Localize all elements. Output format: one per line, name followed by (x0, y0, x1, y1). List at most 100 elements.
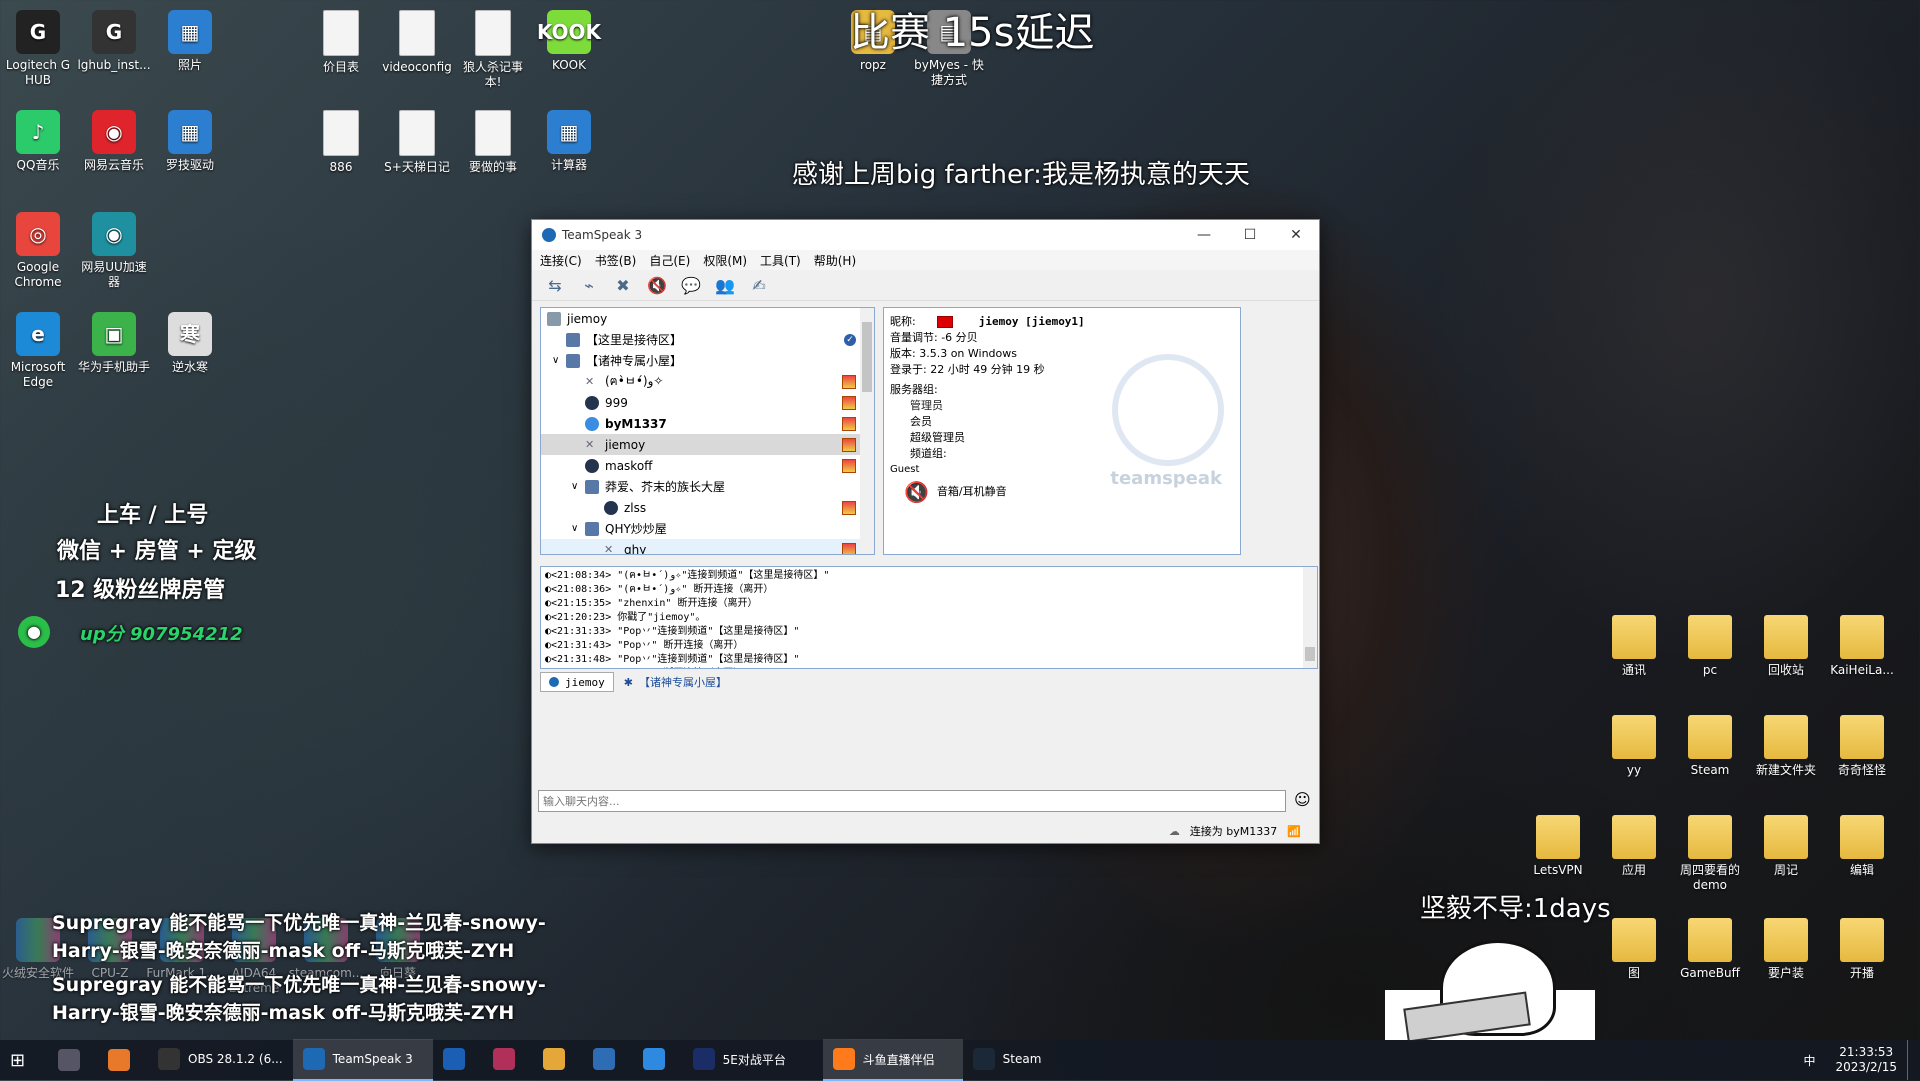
desktop-icon[interactable]: ◉ 网易云音乐 (76, 110, 152, 173)
chat-log[interactable]: ◐<21:08:34> "(ฅ•̀ㅂ•́)و✧"连接到频道"【这里是接待区】" ◐… (540, 566, 1318, 669)
desktop-icon[interactable]: ▣ 华为手机助手 (76, 312, 152, 375)
tree-channel[interactable]: ∨ 莽爱、芥末的族长大屋 (541, 476, 874, 497)
desktop-icon[interactable]: 新建文件夹 (1748, 715, 1824, 778)
emoji-button[interactable]: ☺ (1294, 790, 1311, 809)
desktop-icon[interactable]: S+天梯日记 (379, 110, 455, 175)
desktop-icon[interactable]: KaiHeiLa... (1824, 615, 1900, 678)
chat-input[interactable] (538, 790, 1286, 812)
desktop-icon[interactable]: LetsVPN (1520, 815, 1596, 878)
desktop-icon[interactable]: ▦ 照片 (152, 10, 228, 73)
tree-client[interactable]: byM1337 (541, 413, 874, 434)
menu-permissions[interactable]: 权限(M) (703, 252, 747, 269)
expand-chevron-icon[interactable]: ∨ (571, 481, 578, 492)
taskbar-pinned-app[interactable] (433, 1039, 483, 1079)
close-button[interactable]: ✕ (1273, 220, 1319, 250)
desktop-icon[interactable]: 奇奇怪怪 (1824, 715, 1900, 778)
desktop-icon[interactable]: 886 (303, 110, 379, 175)
title-bar[interactable]: TeamSpeak 3 — ☐ ✕ (532, 220, 1319, 250)
desktop-icon[interactable]: ▦ 计算器 (531, 110, 607, 173)
menu-help[interactable]: 帮助(H) (814, 252, 856, 269)
taskbar-app[interactable]: TeamSpeak 3 (292, 1039, 433, 1081)
desktop-icon[interactable]: e Microsoft Edge (0, 312, 76, 390)
mute-speaker-icon[interactable]: 🔇 (646, 274, 668, 296)
desktop-icon[interactable]: pc (1672, 615, 1748, 678)
desktop-icon[interactable]: ◉ 网易UU加速器 (76, 212, 152, 290)
maximize-button[interactable]: ☐ (1227, 220, 1273, 250)
menu-self[interactable]: 自己(E) (649, 252, 690, 269)
menu-bookmarks[interactable]: 书签(B) (595, 252, 637, 269)
taskbar-pinned-app[interactable] (483, 1039, 533, 1079)
desktop-icon[interactable]: 开播 (1824, 918, 1900, 981)
desktop-icon[interactable]: 图 (1596, 918, 1672, 981)
taskbar-pinned-1[interactable] (48, 1040, 98, 1080)
taskbar-app[interactable]: Steam (963, 1039, 1103, 1079)
menu-tools[interactable]: 工具(T) (760, 252, 801, 269)
desktop-icon[interactable]: KOOK KOOK (531, 10, 607, 73)
tree-client[interactable]: ✕ jiemoy (541, 434, 874, 455)
away-icon[interactable]: ✍ (748, 274, 770, 296)
contacts-icon[interactable]: 👥 (714, 274, 736, 296)
desktop-icon[interactable]: 周记 (1748, 815, 1824, 878)
disconnect-icon[interactable]: ⌁ (578, 274, 600, 296)
tree-channel[interactable]: 【这里是接待区】 ✓ (541, 329, 874, 350)
desktop-icon[interactable]: 周四要看的demo (1672, 815, 1748, 893)
taskbar-pinned-app[interactable] (583, 1039, 633, 1079)
desktop-icon[interactable]: Glghub_inst... (76, 10, 152, 73)
tree-client[interactable]: ✕ qhy (541, 539, 874, 555)
tree-client[interactable]: 999 (541, 392, 874, 413)
minimize-button[interactable]: — (1181, 220, 1227, 250)
desktop-icon[interactable]: 应用 (1596, 815, 1672, 878)
volume-line: 音量调节: -6 分贝 (890, 331, 978, 344)
taskbar-app[interactable]: 5E对战平台 (683, 1039, 823, 1079)
desktop-icon[interactable]: ▦ 罗技驱动 (152, 110, 228, 173)
desktop-icon[interactable]: 编辑 (1824, 815, 1900, 878)
cat-mascot-sticker (1385, 940, 1595, 1043)
expand-chevron-icon[interactable]: ∨ (571, 523, 578, 534)
speaker-muted-icon: 🔇 (904, 480, 929, 504)
channel-tree[interactable]: jiemoy 【这里是接待区】 ✓ ∨ 【诸神专属小屋】 ✕ (ฅ•̀ㅂ•́)و✧ 999 by… (540, 307, 875, 555)
tree-channel[interactable]: ∨ 【诸神专属小屋】 (541, 350, 874, 371)
tree-client[interactable]: ✕ (ฅ•̀ㅂ•́)و✧ (541, 371, 874, 392)
chat-icon[interactable]: 💬 (680, 274, 702, 296)
chat-tab-channel[interactable]: ✱ 【诸神专属小屋】 (616, 672, 735, 692)
desktop-icon-label: 逆水寒 (171, 360, 208, 374)
desktop-icon[interactable]: yy (1596, 715, 1672, 778)
taskbar-pinned-app[interactable] (533, 1039, 583, 1079)
show-desktop-button[interactable] (1907, 1040, 1920, 1080)
desktop-icon[interactable]: videoconfig (379, 10, 455, 75)
desktop-icon[interactable]: 狼人杀记事本! (455, 10, 531, 90)
desktop-icon[interactable]: 要户装 (1748, 918, 1824, 981)
taskbar-pinned-2[interactable] (98, 1040, 148, 1080)
chat-tab-user[interactable]: jiemoy (540, 672, 614, 692)
desktop-icon[interactable]: 价目表 (303, 10, 379, 75)
taskbar-app[interactable]: OBS 28.1.2 (6... (148, 1039, 293, 1079)
chat-scrollbar[interactable] (1303, 567, 1317, 668)
tree-client[interactable]: maskoff (541, 455, 874, 476)
menu-connections[interactable]: 连接(C) (540, 252, 582, 269)
clock[interactable]: 21:33:53 2023/2/15 (1825, 1040, 1907, 1080)
expand-chevron-icon[interactable]: ∨ (552, 355, 559, 366)
teamspeak-window[interactable]: TeamSpeak 3 — ☐ ✕ 连接(C) 书签(B) 自己(E) 权限(M… (531, 219, 1320, 844)
tree-channel[interactable]: ∨ QHY炒炒屋 (541, 518, 874, 539)
tray-ime[interactable]: 中 (1793, 1040, 1825, 1080)
desktop-icon[interactable]: 回收站 (1748, 615, 1824, 678)
desktop-icon[interactable]: 通讯 (1596, 615, 1672, 678)
desktop-icon[interactable]: 寒逆水寒 (152, 312, 228, 375)
mute-mic-icon[interactable]: ✖ (612, 274, 634, 296)
tree-client[interactable]: zlss (541, 497, 874, 518)
desktop-icon[interactable]: ◎ Google Chrome (0, 212, 76, 290)
desktop-icon[interactable]: G Logitech G HUB (0, 10, 76, 88)
taskbar-pinned-app[interactable] (633, 1039, 683, 1079)
app-icon (323, 10, 359, 56)
tree-item-label: qhy (624, 542, 647, 555)
tree-server[interactable]: jiemoy (541, 308, 874, 329)
tree-scrollbar[interactable] (860, 308, 874, 554)
desktop-icon[interactable]: GameBuff (1672, 918, 1748, 981)
desktop-icon[interactable]: 要做的事 (455, 110, 531, 175)
desktop-icon[interactable]: ♪ QQ音乐 (0, 110, 76, 173)
desktop-icon-label: GameBuff (1680, 966, 1740, 980)
connect-icon[interactable]: ⇆ (544, 274, 566, 296)
start-button[interactable]: ⊞ (0, 1040, 48, 1080)
desktop-icon[interactable]: Steam (1672, 715, 1748, 778)
taskbar-app[interactable]: 斗鱼直播伴侣 (822, 1039, 963, 1081)
